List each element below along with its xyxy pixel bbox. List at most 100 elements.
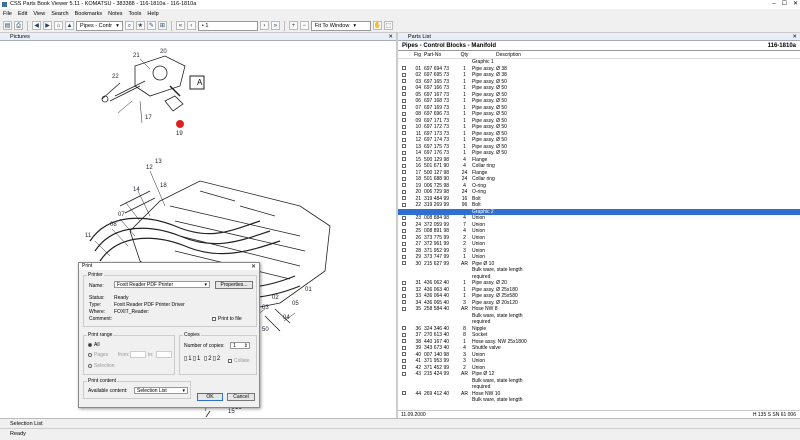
row-checkbox bbox=[398, 397, 410, 404]
checkbox-box bbox=[402, 72, 406, 77]
copies-input[interactable]: 1 ⇕ bbox=[230, 342, 250, 349]
column-description[interactable]: Description bbox=[472, 51, 800, 58]
checkbox-box bbox=[402, 176, 406, 181]
range-from-label: from: bbox=[118, 352, 130, 358]
bolt-shaft bbox=[109, 80, 146, 102]
range-from-input[interactable] bbox=[130, 351, 146, 358]
first-page-icon[interactable]: « bbox=[175, 21, 185, 30]
cancel-button[interactable]: Cancel bbox=[227, 393, 255, 401]
column-fig[interactable]: Fig bbox=[410, 51, 424, 58]
print-content-label: Print content bbox=[87, 378, 118, 384]
range-pages-radio[interactable]: Pages bbox=[88, 352, 108, 358]
up-icon[interactable]: ▲ bbox=[65, 21, 74, 30]
collate-pages-icon: ▯1▯1 ▯2▯2 bbox=[184, 356, 222, 362]
flange-part bbox=[134, 55, 186, 97]
status-value: Ready bbox=[114, 295, 129, 301]
selection-list-tab[interactable]: Selection List bbox=[0, 418, 800, 428]
close-icon[interactable]: ✕ bbox=[251, 263, 256, 270]
drawing-label: 05 bbox=[292, 301, 299, 307]
page-select[interactable]: • 1 bbox=[197, 20, 258, 31]
parts-pane-title: Parts List bbox=[408, 34, 431, 40]
menu-bookmarks[interactable]: Bookmarks bbox=[75, 9, 103, 19]
table-row[interactable]: Bulk ware, state length bbox=[398, 397, 800, 404]
printer-name-select[interactable]: Foxit Reader PDF Printer ▾ bbox=[114, 281, 210, 288]
close-icon[interactable]: ✕ bbox=[793, 0, 798, 9]
copies-group: Copies Number of copies: 1 ⇕ ▯1▯1 ▯2▯2 Co… bbox=[179, 332, 257, 375]
drawing-label: 50 bbox=[262, 327, 269, 333]
parts-list-code: 116-1810a bbox=[767, 43, 796, 49]
back-icon[interactable]: ◀ bbox=[32, 21, 41, 30]
available-content-select[interactable]: Selection List ▾ bbox=[134, 387, 188, 394]
checkbox-box bbox=[402, 105, 406, 110]
close-icon[interactable]: ✕ bbox=[388, 33, 393, 41]
drawing-label: 11 bbox=[85, 233, 92, 239]
select-icon[interactable]: ⬚ bbox=[383, 21, 393, 30]
window-title: CSS Parts Book Viewer 5.11 - KOMATSU - 3… bbox=[10, 1, 197, 7]
search-icon[interactable]: ⌕ bbox=[124, 21, 134, 30]
collate-checkbox[interactable]: Collate bbox=[228, 358, 250, 364]
menu-file[interactable]: File bbox=[3, 9, 12, 19]
range-to-input[interactable] bbox=[156, 351, 172, 358]
zoom-in-icon[interactable]: + bbox=[288, 21, 298, 30]
checkbox-box bbox=[402, 332, 406, 337]
parts-pane-footer: 11.09.2000 H 135 S SN 61 006 bbox=[398, 410, 800, 418]
open-icon[interactable]: ▤ bbox=[3, 21, 12, 30]
menu-search[interactable]: Search bbox=[51, 9, 68, 19]
menu-view[interactable]: View bbox=[33, 9, 45, 19]
checkbox-box bbox=[402, 371, 406, 376]
range-all-radio[interactable]: All bbox=[88, 342, 100, 348]
checkbox-box bbox=[402, 202, 406, 207]
range-all-label: All bbox=[94, 342, 100, 348]
hand-icon[interactable]: ✋ bbox=[372, 21, 382, 30]
menu-notes[interactable]: Notes bbox=[108, 9, 122, 19]
printer-name-value: Foxit Reader PDF Printer bbox=[117, 282, 174, 288]
drawing-label: 02 bbox=[272, 295, 279, 301]
checkbox-column-header bbox=[398, 51, 410, 58]
zoom-select-value: Fit To Window bbox=[314, 22, 350, 29]
ok-button[interactable]: OK bbox=[197, 393, 223, 401]
catalog-select[interactable]: Pipes - Contr ▾ bbox=[76, 20, 123, 31]
maximize-icon[interactable]: ☐ bbox=[782, 0, 787, 9]
bookmark-icon[interactable]: ★ bbox=[135, 21, 145, 30]
close-icon[interactable]: ✕ bbox=[792, 33, 797, 41]
zoom-select[interactable]: Fit To Window ▾ bbox=[310, 20, 371, 31]
parts-list-heading: Pipes - Control Blocks - Manifold 116-18… bbox=[398, 41, 800, 51]
drawing-label: 14 bbox=[133, 187, 140, 193]
menu-help[interactable]: Help bbox=[147, 9, 158, 19]
selection-list-tab-label: Selection List bbox=[10, 421, 43, 427]
print-icon[interactable]: ⎙ bbox=[14, 21, 23, 30]
zoom-out-icon[interactable]: − bbox=[299, 21, 309, 30]
printer-group: Printer Name: Foxit Reader PDF Printer ▾ … bbox=[83, 272, 257, 327]
available-content-label: Available content: bbox=[88, 388, 128, 394]
column-qty[interactable]: Qty bbox=[457, 51, 472, 58]
row-fig bbox=[410, 397, 424, 404]
bolt-shaft bbox=[101, 82, 121, 100]
last-page-icon[interactable]: » bbox=[270, 21, 280, 30]
checkbox-box bbox=[402, 98, 406, 103]
window-controls: – ☐ ✕ bbox=[772, 0, 798, 9]
forward-icon[interactable]: ▶ bbox=[43, 21, 52, 30]
radio-dot bbox=[88, 363, 92, 368]
home-icon[interactable]: ⌂ bbox=[54, 21, 63, 30]
drawing-label: 08 bbox=[110, 222, 117, 228]
properties-button[interactable]: Properties... bbox=[215, 281, 253, 289]
copies-group-label: Copies bbox=[183, 332, 201, 338]
menu-edit[interactable]: Edit bbox=[18, 9, 27, 19]
checkbox-box bbox=[402, 241, 406, 246]
checkbox-box bbox=[402, 144, 406, 149]
cart-icon[interactable]: ⊞ bbox=[157, 21, 167, 30]
catalog-select-value: Pipes - Contr bbox=[80, 22, 113, 29]
column-part-no[interactable]: Part-No bbox=[424, 51, 457, 58]
minimize-icon[interactable]: – bbox=[772, 0, 775, 9]
checkbox-box bbox=[402, 293, 406, 298]
marker-dot[interactable] bbox=[176, 120, 184, 128]
next-page-icon[interactable]: › bbox=[259, 21, 269, 30]
menu-tools[interactable]: Tools bbox=[129, 9, 142, 19]
print-to-file-checkbox[interactable]: Print to file bbox=[212, 316, 242, 322]
prev-page-icon[interactable]: ‹ bbox=[186, 21, 196, 30]
checkbox-box bbox=[402, 352, 406, 357]
note-icon[interactable]: ✎ bbox=[146, 21, 156, 30]
range-selection-radio[interactable]: Selection bbox=[88, 363, 115, 369]
drawing-label: 04 bbox=[283, 315, 290, 321]
print-dialog-titlebar: Print bbox=[79, 263, 259, 270]
